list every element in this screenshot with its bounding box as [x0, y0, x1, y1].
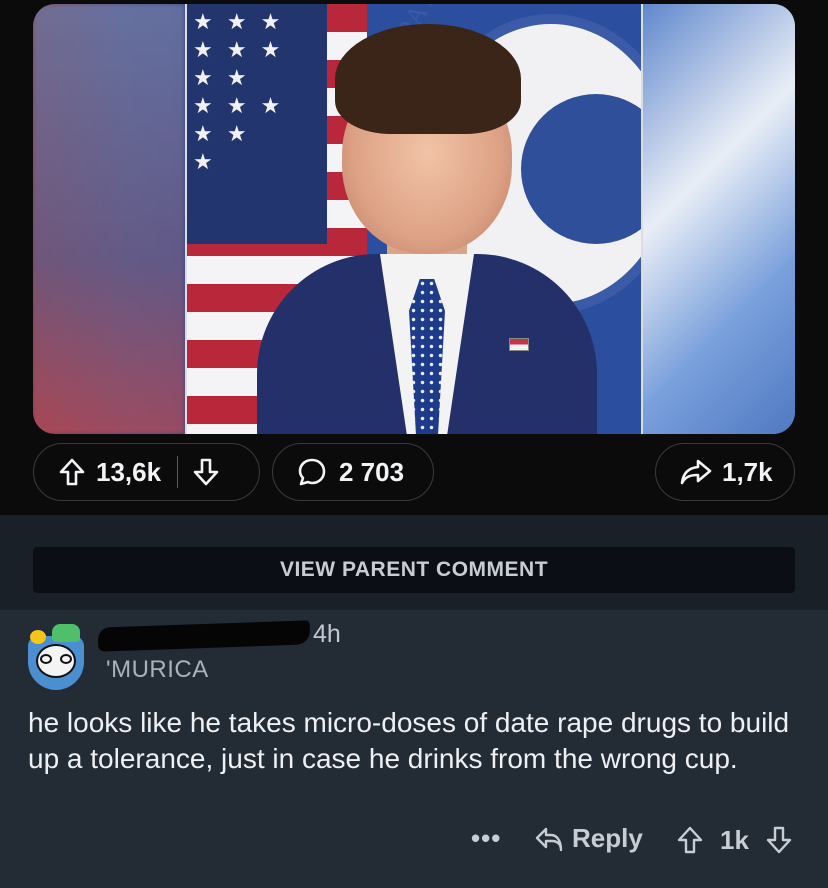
comment-timestamp: 4h [313, 620, 341, 648]
post-image[interactable]: ★ ★ ★★ ★ ★★ ★★ ★ ★★ ★★ DEPARTME [33, 4, 795, 434]
avatar-hat [52, 624, 80, 642]
comments-button[interactable]: 2 703 [272, 443, 434, 501]
post-area: ★ ★ ★★ ★ ★★ ★★ ★ ★★ ★★ DEPARTME 13,6k [0, 0, 828, 515]
share-button[interactable]: 1,7k [655, 443, 795, 501]
comment-body: he looks like he takes micro-doses of da… [28, 707, 790, 774]
arrow-up-icon[interactable] [676, 825, 704, 855]
avatar-glasses [40, 654, 72, 664]
reply-label: Reply [572, 823, 643, 853]
comment-vote-count: 1k [720, 825, 749, 855]
comment-card: 4h 'MURICA he looks like he takes micro-… [0, 610, 828, 888]
avatar-banana [30, 630, 46, 644]
user-flair: 'MURICA [106, 656, 209, 683]
avatar[interactable] [26, 624, 88, 690]
speech-bubble-icon [297, 457, 327, 487]
image-blur-right [639, 4, 795, 434]
upvote-count: 13,6k [96, 456, 162, 487]
arrow-down-icon[interactable] [192, 457, 220, 487]
view-parent-comment-button[interactable]: VIEW PARENT COMMENT [33, 547, 795, 593]
flag-pin [509, 338, 529, 351]
arrow-up-icon[interactable] [58, 457, 86, 487]
comment-action-bar: ••• Reply 1k [0, 815, 828, 865]
post-action-bar: 13,6k 2 703 1,7k [0, 440, 828, 506]
share-arrow-icon [680, 457, 712, 487]
vote-pill: 13,6k [33, 443, 260, 501]
person-portrait [247, 24, 607, 434]
reply-button[interactable]: Reply [534, 823, 643, 854]
arrow-down-icon[interactable] [765, 825, 793, 855]
vote-divider [177, 456, 179, 488]
redacted-username [97, 620, 311, 652]
share-count: 1,7k [722, 456, 773, 487]
portrait-photo: ★ ★ ★★ ★ ★★ ★★ ★ ★★ ★★ DEPARTME [185, 4, 643, 434]
ellipsis-icon[interactable]: ••• [471, 823, 501, 854]
hair [335, 24, 521, 134]
reply-arrow-icon [534, 825, 564, 853]
comment-section: VIEW PARENT COMMENT 4h 'MURICA he looks … [0, 515, 828, 888]
image-blur-left [33, 4, 185, 434]
comment-count: 2 703 [339, 456, 405, 487]
